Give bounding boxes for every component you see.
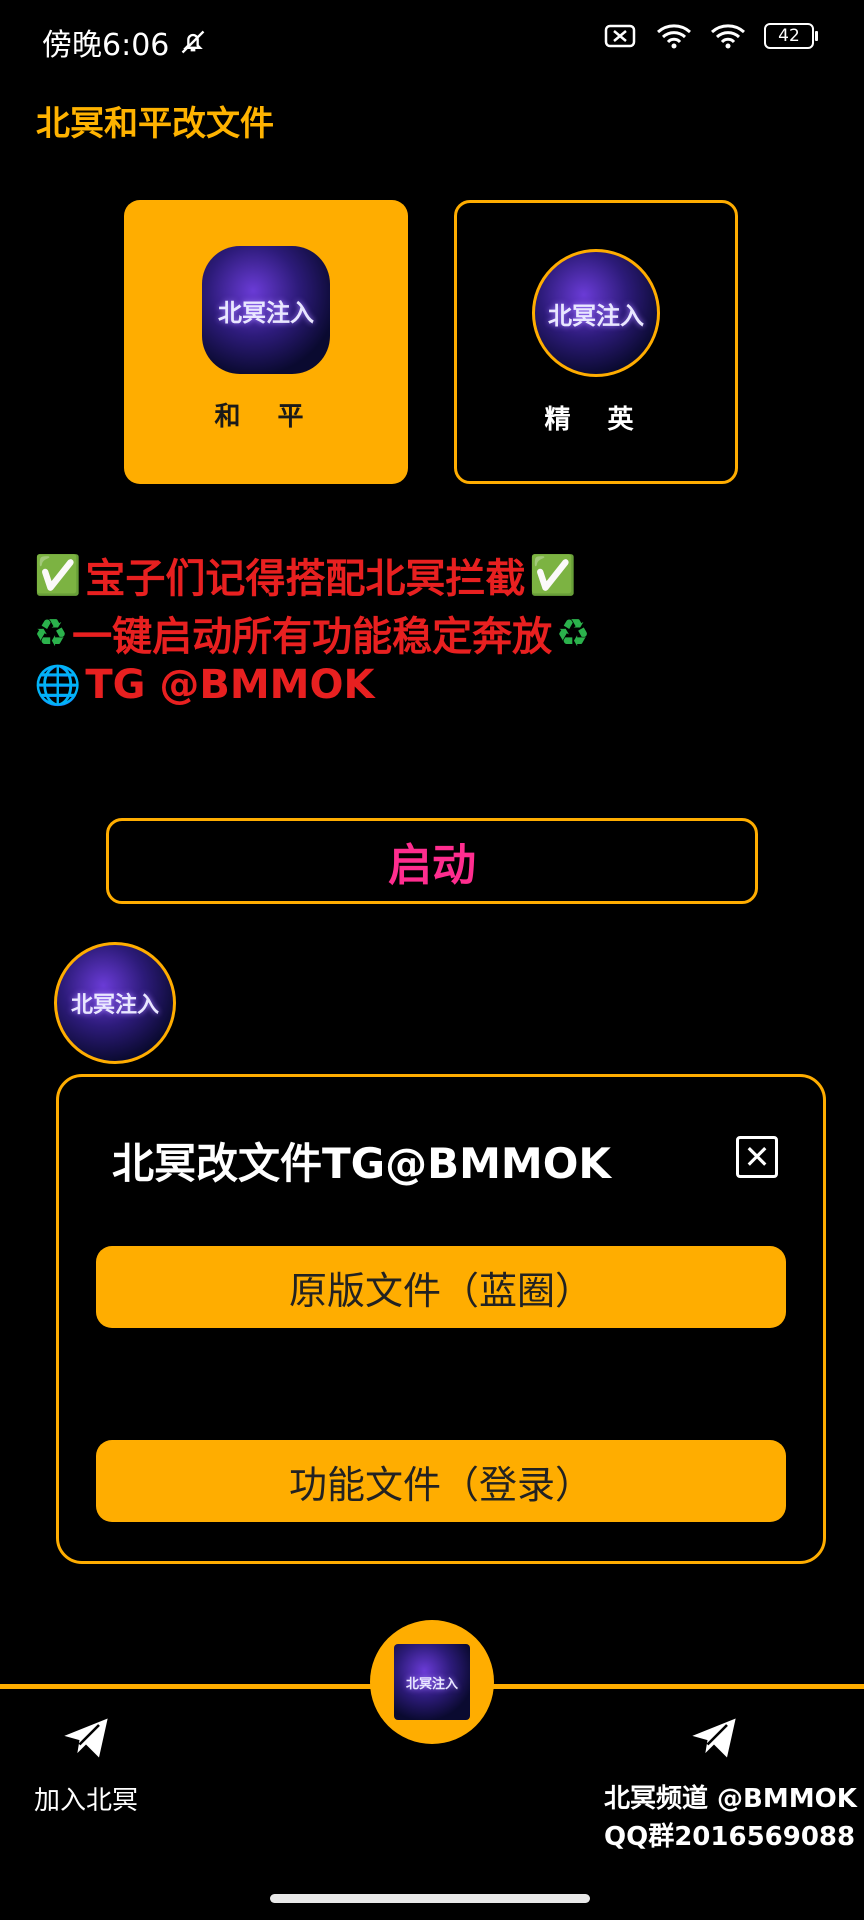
promo-line-3: 🌐 TG @BMMOK: [34, 662, 374, 708]
mode-label: 精 英: [544, 405, 648, 435]
status-bar-time: 傍晚6:06: [42, 20, 207, 64]
channel-line: 北冥频道 @BMMOK: [604, 1784, 857, 1814]
nav-center-button[interactable]: 北冥注入: [370, 1620, 494, 1744]
mode-card-heping[interactable]: 北冥注入 和 平: [124, 200, 408, 484]
globe-icon: 🌐: [34, 662, 82, 707]
mode-card-jingying[interactable]: 北冥注入 精 英: [454, 200, 738, 484]
telegram-plane-icon: [692, 1718, 736, 1758]
app-title: 北冥和平改文件: [36, 104, 274, 144]
beiming-channel-button[interactable]: [688, 1712, 740, 1768]
promo-text: 宝子们记得搭配北冥拦截: [85, 556, 526, 602]
data-off-icon: [604, 24, 636, 48]
battery-indicator: 42: [764, 23, 818, 49]
promo-line-1: ✅ 宝子们记得搭配北冥拦截 ✅: [34, 546, 577, 604]
beiming-channel-label[interactable]: 北冥频道 @BMMOK QQ群2016569088: [604, 1780, 857, 1856]
mode-label: 和 平: [214, 402, 318, 432]
promo-text: 一键启动所有功能稳定奔放: [72, 614, 553, 660]
check-mark-icon: ✅: [34, 552, 82, 597]
start-button[interactable]: 启动: [106, 818, 758, 904]
feature-file-button[interactable]: 功能文件（登录）: [96, 1440, 786, 1522]
status-time: 傍晚6:06: [42, 28, 170, 63]
home-indicator[interactable]: [270, 1894, 590, 1903]
beiming-logo-icon: 北冥注入: [394, 1644, 470, 1720]
close-icon[interactable]: ✕: [736, 1136, 778, 1178]
promo-line-2: ♻ 一键启动所有功能稳定奔放 ♻: [34, 604, 590, 662]
recycle-icon: ♻: [34, 611, 69, 655]
wifi-icon-2: [711, 24, 745, 49]
telegram-plane-icon: [64, 1718, 108, 1758]
wifi-icon: [657, 24, 691, 49]
floating-logo-button[interactable]: 北冥注入: [54, 942, 176, 1064]
bell-off-icon: [182, 30, 205, 54]
status-icons: 42: [604, 22, 818, 50]
original-file-button[interactable]: 原版文件（蓝圈）: [96, 1246, 786, 1328]
beiming-logo-icon: 北冥注入: [532, 249, 660, 377]
qq-group-line: QQ群2016569088: [604, 1822, 856, 1852]
join-beiming-label[interactable]: 加入北冥: [34, 1780, 138, 1817]
promo-text: TG @BMMOK: [85, 662, 375, 708]
beiming-logo-icon: 北冥注入: [202, 246, 330, 374]
join-beiming-button[interactable]: [60, 1712, 112, 1768]
recycle-icon: ♻: [556, 611, 591, 655]
dialog-title: 北冥改文件TG@BMMOK: [112, 1139, 611, 1188]
check-mark-icon: ✅: [529, 552, 577, 597]
